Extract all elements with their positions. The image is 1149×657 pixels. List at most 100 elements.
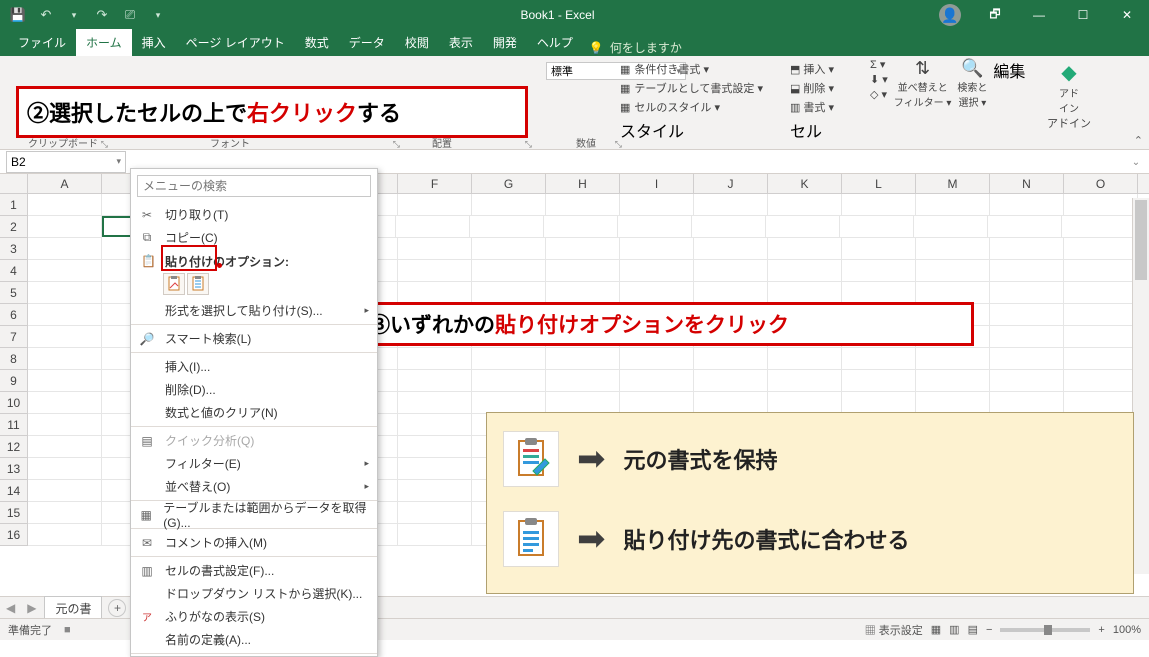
menu-cut[interactable]: ✂切り取り(T) bbox=[131, 203, 377, 226]
tab-data[interactable]: データ bbox=[339, 29, 395, 56]
delete-cells-button[interactable]: ⬓削除 ▾ bbox=[790, 80, 860, 96]
save-icon[interactable]: 💾 bbox=[6, 3, 30, 27]
tell-me-search[interactable]: 💡 何をしますか bbox=[589, 39, 682, 56]
menu-smart-lookup[interactable]: 🔎スマート検索(L) bbox=[131, 327, 377, 350]
addin-icon[interactable]: ◆ bbox=[1044, 60, 1094, 85]
qat-customize-icon[interactable]: ▾ bbox=[146, 3, 170, 27]
row-header[interactable]: 4 bbox=[0, 260, 28, 282]
paste-keep-source-formatting[interactable] bbox=[163, 273, 185, 295]
col-header[interactable]: F bbox=[398, 174, 472, 193]
menu-paste-special[interactable]: 形式を選択して貼り付け(S)...▸ bbox=[131, 299, 377, 322]
col-header[interactable]: M bbox=[916, 174, 990, 193]
maximize-button[interactable]: ☐ bbox=[1061, 0, 1105, 30]
menu-get-data-from-table[interactable]: ▦テーブルまたは範囲からデータを取得(G)... bbox=[131, 503, 377, 526]
tab-file[interactable]: ファイル bbox=[8, 29, 76, 56]
format-as-table-button[interactable]: ▦テーブルとして書式設定 ▾ bbox=[620, 80, 780, 96]
user-avatar-icon[interactable]: 👤 bbox=[939, 4, 961, 26]
menu-delete[interactable]: 削除(D)... bbox=[131, 378, 377, 401]
sheet-nav-prev[interactable]: ◀ bbox=[0, 601, 21, 615]
clear-button[interactable]: ◇ ▾ bbox=[870, 88, 888, 101]
zoom-level[interactable]: 100% bbox=[1113, 624, 1141, 636]
view-page-break-icon[interactable]: ▤ bbox=[968, 623, 978, 636]
view-normal-icon[interactable]: ▦ bbox=[931, 623, 941, 636]
ribbon-display-icon[interactable]: 🗗 bbox=[973, 0, 1017, 30]
redo-icon[interactable]: ↷ bbox=[90, 3, 114, 27]
row-header[interactable]: 10 bbox=[0, 392, 28, 414]
row-header[interactable]: 15 bbox=[0, 502, 28, 524]
undo-icon[interactable]: ↶ bbox=[34, 3, 58, 27]
row-header[interactable]: 12 bbox=[0, 436, 28, 458]
tab-insert[interactable]: 挿入 bbox=[132, 29, 176, 56]
view-page-layout-icon[interactable]: ▥ bbox=[949, 623, 959, 636]
chevron-down-icon[interactable]: ▾ bbox=[116, 156, 121, 167]
collapse-ribbon-icon[interactable]: ⌃ bbox=[1134, 134, 1143, 147]
menu-sort[interactable]: 並べ替え(O)▸ bbox=[131, 475, 377, 498]
menu-show-phonetic[interactable]: アふりがなの表示(S) bbox=[131, 605, 377, 628]
col-header[interactable]: N bbox=[990, 174, 1064, 193]
minimize-button[interactable]: — bbox=[1017, 0, 1061, 30]
zoom-out-button[interactable]: − bbox=[986, 624, 992, 636]
tab-developer[interactable]: 開発 bbox=[483, 29, 527, 56]
display-settings-button[interactable]: ▦ 表示設定 bbox=[865, 622, 923, 638]
sort-filter-button[interactable]: ⇅ 並べ替えと フィルター ▾ bbox=[894, 58, 952, 109]
macro-record-icon[interactable]: ■ bbox=[64, 624, 71, 636]
addin-button[interactable]: アド イン bbox=[1044, 85, 1094, 115]
menu-pick-from-dropdown[interactable]: ドロップダウン リストから選択(K)... bbox=[131, 582, 377, 605]
row-header[interactable]: 3 bbox=[0, 238, 28, 260]
col-header[interactable]: H bbox=[546, 174, 620, 193]
vertical-scrollbar[interactable] bbox=[1132, 198, 1149, 574]
col-header[interactable]: L bbox=[842, 174, 916, 193]
menu-copy[interactable]: ⧉コピー(C) bbox=[131, 226, 377, 249]
sheet-tab-1[interactable]: 元の書 bbox=[44, 596, 102, 620]
select-all-corner[interactable] bbox=[0, 174, 28, 193]
tab-home[interactable]: ホーム bbox=[76, 29, 132, 56]
col-header[interactable]: K bbox=[768, 174, 842, 193]
zoom-slider[interactable] bbox=[1000, 628, 1090, 632]
menu-insert[interactable]: 挿入(I)... bbox=[131, 355, 377, 378]
col-header[interactable]: G bbox=[472, 174, 546, 193]
paste-match-destination-formatting[interactable] bbox=[187, 273, 209, 295]
name-box[interactable]: B2 ▾ bbox=[6, 151, 126, 173]
col-header[interactable]: O bbox=[1064, 174, 1138, 193]
col-header[interactable]: A bbox=[28, 174, 102, 193]
row-header[interactable]: 16 bbox=[0, 524, 28, 546]
undo-dropdown-icon[interactable]: ▾ bbox=[62, 3, 86, 27]
format-cells-button[interactable]: ▥書式 ▾ bbox=[790, 99, 860, 115]
col-header[interactable]: J bbox=[694, 174, 768, 193]
row-header[interactable]: 11 bbox=[0, 414, 28, 436]
scrollbar-thumb[interactable] bbox=[1135, 200, 1147, 280]
row-header[interactable]: 9 bbox=[0, 370, 28, 392]
menu-filter[interactable]: フィルター(E)▸ bbox=[131, 452, 377, 475]
zoom-slider-thumb[interactable] bbox=[1044, 625, 1052, 635]
find-select-button[interactable]: 🔍 検索と 選択 ▾ bbox=[957, 58, 987, 109]
tab-review[interactable]: 校閲 bbox=[395, 29, 439, 56]
new-sheet-button[interactable]: + bbox=[108, 599, 126, 617]
col-header[interactable]: I bbox=[620, 174, 694, 193]
touch-mode-icon[interactable]: ⎚ bbox=[118, 3, 142, 27]
autosum-button[interactable]: Σ ▾ bbox=[870, 58, 888, 71]
row-header[interactable]: 1 bbox=[0, 194, 28, 216]
row-header[interactable]: 6 bbox=[0, 304, 28, 326]
sheet-nav-next[interactable]: ▶ bbox=[21, 601, 42, 615]
tab-formulas[interactable]: 数式 bbox=[295, 29, 339, 56]
row-header[interactable]: 7 bbox=[0, 326, 28, 348]
conditional-formatting-button[interactable]: ▦条件付き書式 ▾ bbox=[620, 61, 780, 77]
menu-format-cells[interactable]: ▥セルの書式設定(F)... bbox=[131, 559, 377, 582]
menu-clear-contents[interactable]: 数式と値のクリア(N) bbox=[131, 401, 377, 424]
row-header[interactable]: 14 bbox=[0, 480, 28, 502]
tab-view[interactable]: 表示 bbox=[439, 29, 483, 56]
tab-page-layout[interactable]: ページ レイアウト bbox=[176, 29, 295, 56]
zoom-in-button[interactable]: + bbox=[1098, 624, 1104, 636]
tab-help[interactable]: ヘルプ bbox=[527, 29, 583, 56]
row-header[interactable]: 2 bbox=[0, 216, 28, 238]
cell-styles-button[interactable]: ▦セルのスタイル ▾ bbox=[620, 99, 780, 115]
row-header[interactable]: 8 bbox=[0, 348, 28, 370]
menu-search-input[interactable] bbox=[137, 175, 371, 197]
row-header[interactable]: 5 bbox=[0, 282, 28, 304]
fill-button[interactable]: ⬇ ▾ bbox=[870, 73, 888, 86]
menu-insert-comment[interactable]: ✉コメントの挿入(M) bbox=[131, 531, 377, 554]
insert-cells-button[interactable]: ⬒挿入 ▾ bbox=[790, 61, 860, 77]
close-button[interactable]: ✕ bbox=[1105, 0, 1149, 30]
expand-formula-bar-icon[interactable]: ⌄ bbox=[1127, 150, 1145, 174]
row-header[interactable]: 13 bbox=[0, 458, 28, 480]
